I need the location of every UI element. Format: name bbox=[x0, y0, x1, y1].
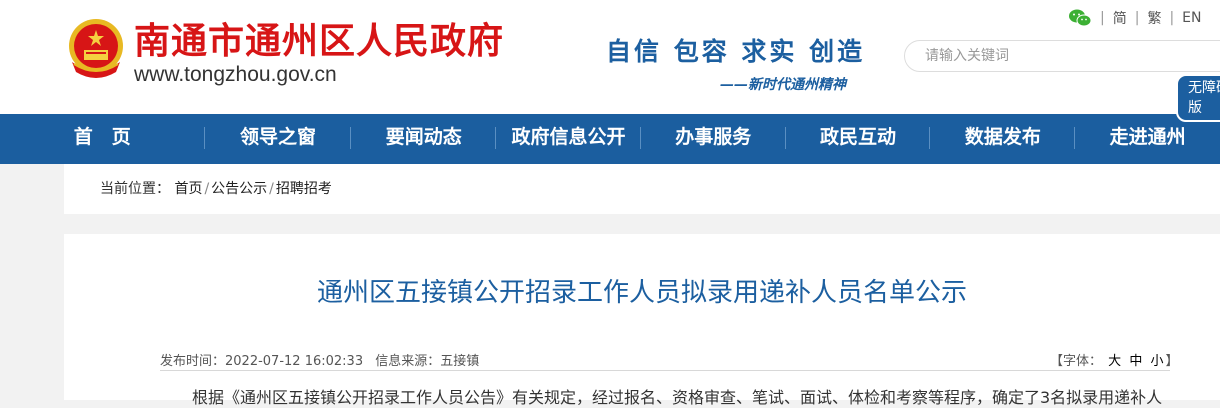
breadcrumb-home[interactable]: 首页 bbox=[174, 181, 202, 197]
header: 南通市通州区人民政府 www.tongzhou.gov.cn 自信 包容 求实 … bbox=[0, 0, 1220, 114]
article-body: 根据《通州区五接镇公开招录工作人员公告》有关规定，经过报名、资格审查、笔试、面试… bbox=[192, 388, 1163, 407]
source-label: 信息来源： bbox=[375, 354, 441, 369]
nav-item-home[interactable]: 首 页 bbox=[0, 114, 205, 164]
main-nav: 首 页 领导之窗 要闻动态 政府信息公开 办事服务 政民互动 数据发布 走进通州 bbox=[0, 114, 1220, 164]
search-box bbox=[904, 40, 1220, 72]
breadcrumb-bar: 当前位置： 首页 / 公告公示 / 招聘招考 bbox=[64, 164, 1220, 214]
font-size-large[interactable]: 大 bbox=[1108, 354, 1121, 369]
nav-item-services[interactable]: 办事服务 bbox=[641, 114, 786, 164]
nav-item-interaction[interactable]: 政民互动 bbox=[786, 114, 931, 164]
nav-item-news[interactable]: 要闻动态 bbox=[351, 114, 496, 164]
publish-label: 发布时间： bbox=[160, 354, 226, 369]
site-url[interactable]: www.tongzhou.gov.cn bbox=[134, 63, 337, 87]
breadcrumb-label: 当前位置： bbox=[100, 181, 170, 197]
breadcrumb-separator: / bbox=[204, 181, 210, 197]
traditional-chinese-link[interactable]: 繁 bbox=[1147, 8, 1161, 28]
font-size-end: 】 bbox=[1165, 354, 1179, 369]
article: 通州区五接镇公开招录工作人员拟录用递补人员名单公示 发布时间：2022-07-1… bbox=[64, 234, 1220, 407]
font-size-control: 【字体： 大 中 小】 bbox=[1050, 350, 1179, 369]
national-emblem-icon bbox=[69, 19, 123, 78]
divider bbox=[160, 370, 1170, 371]
nav-item-data[interactable]: 数据发布 bbox=[930, 114, 1076, 164]
publish-time: 2022-07-12 16:02:33 bbox=[225, 354, 364, 369]
breadcrumb-recruitment[interactable]: 招聘招考 bbox=[276, 181, 332, 197]
english-link[interactable]: EN bbox=[1182, 10, 1201, 26]
font-size-medium[interactable]: 中 bbox=[1129, 354, 1142, 369]
breadcrumb: 当前位置： 首页 / 公告公示 / 招聘招考 bbox=[100, 178, 332, 198]
slogan: 自信 包容 求实 创造 bbox=[606, 37, 866, 66]
site-name[interactable]: 南通市通州区人民政府 bbox=[134, 18, 504, 66]
source-value: 五接镇 bbox=[440, 354, 480, 369]
accessibility-button[interactable]: 无障碍版 bbox=[1176, 74, 1220, 122]
nav-item-leadership[interactable]: 领导之窗 bbox=[205, 114, 352, 164]
divider: | bbox=[1100, 10, 1105, 26]
simplified-chinese-link[interactable]: 简 bbox=[1113, 8, 1127, 28]
breadcrumb-notices[interactable]: 公告公示 bbox=[211, 181, 267, 197]
slogan-sub: ——新时代通州精神 bbox=[720, 77, 846, 93]
breadcrumb-separator: / bbox=[269, 181, 274, 197]
font-size-small[interactable]: 小 bbox=[1150, 354, 1163, 369]
font-size-label: 【字体： bbox=[1050, 354, 1103, 369]
nav-item-gov-info[interactable]: 政府信息公开 bbox=[496, 114, 641, 164]
wechat-icon[interactable] bbox=[1068, 8, 1092, 28]
article-title: 通州区五接镇公开招录工作人员拟录用递补人员名单公示 bbox=[316, 278, 967, 308]
divider: | bbox=[1169, 10, 1175, 26]
top-links: | 简 | 繁 | EN bbox=[1068, 8, 1201, 28]
divider: | bbox=[1134, 10, 1140, 26]
search-input[interactable] bbox=[905, 41, 1220, 71]
article-meta: 发布时间：2022-07-12 16:02:33 信息来源：五接镇 bbox=[160, 350, 487, 369]
